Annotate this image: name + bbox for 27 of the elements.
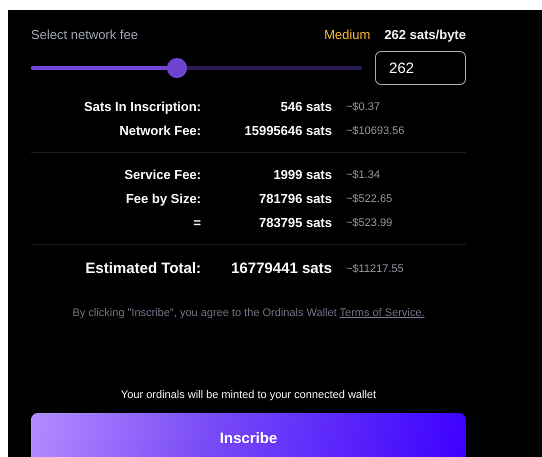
mint-note: Your ordinals will be minted to your connected wallet xyxy=(120,389,378,401)
terms-link[interactable]: Terms of Service. xyxy=(340,307,424,319)
fee-level-label: Medium xyxy=(324,27,370,42)
usd-amount: ~$522.65 xyxy=(346,192,394,204)
fee-row-label: Service Fee: xyxy=(123,167,201,182)
sats-amount: 781796 sats xyxy=(258,191,332,206)
sats-amount: 546 sats xyxy=(280,99,332,114)
sats-amount: 16779441 sats xyxy=(230,260,332,277)
usd-amount: ~$10693.56 xyxy=(346,124,406,136)
usd-amount: ~$11217.55 xyxy=(346,262,405,274)
fee-rate: 262 sats/byte xyxy=(384,27,466,42)
usd-amount: ~$523.99 xyxy=(346,216,394,228)
fee-label: Select network fee xyxy=(31,27,139,42)
sats-amount: 1999 sats xyxy=(272,167,332,182)
sats-amount: 15995646 sats xyxy=(244,123,332,138)
usd-amount: ~$1.34 xyxy=(346,168,381,180)
slider-thumb[interactable] xyxy=(166,58,187,78)
fee-row-label: Estimated Total: xyxy=(84,260,201,277)
fee-row-label: Network Fee: xyxy=(118,123,201,138)
terms-text: By clicking "Inscribe", you agree to the Ordinals Wallet Terms of Service. xyxy=(71,307,426,319)
fee-input-field[interactable]: 262 xyxy=(375,51,466,85)
fee-row-label: = xyxy=(192,215,201,230)
fee-row-label: Fee by Size: xyxy=(124,191,201,206)
usd-amount: ~$0.37 xyxy=(346,100,381,112)
inscribe-button[interactable]: Inscribe xyxy=(31,413,466,457)
fee-row-label: Sats In Inscription: xyxy=(82,99,201,114)
sats-amount: 783795 sats xyxy=(258,215,332,230)
